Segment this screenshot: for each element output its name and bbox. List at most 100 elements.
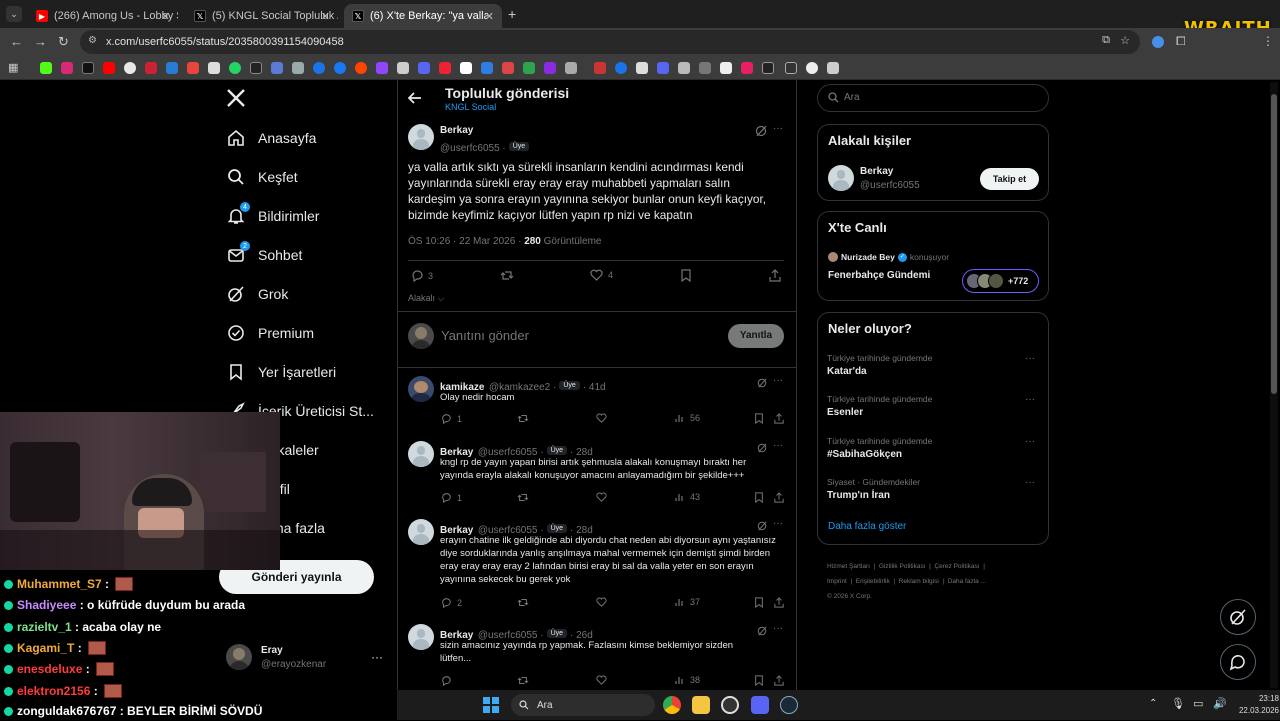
- avatar[interactable]: [408, 624, 434, 650]
- bookmark-icon[interactable]: [827, 62, 839, 74]
- bookmark-icon[interactable]: [754, 413, 764, 424]
- bookmark-icon[interactable]: [82, 62, 94, 74]
- bookmark-icon[interactable]: [754, 492, 764, 503]
- bookmark-icon[interactable]: [208, 62, 220, 74]
- apps-grid-icon[interactable]: ▦: [8, 61, 18, 74]
- related-dropdown[interactable]: Alakalı ⌵: [408, 293, 444, 304]
- bookmark-icon[interactable]: [754, 597, 764, 608]
- post-author-handle[interactable]: @userfc6055: [440, 143, 500, 154]
- avatar[interactable]: [408, 376, 434, 402]
- close-tab-icon[interactable]: ✕: [161, 10, 170, 23]
- bookmark-icon[interactable]: [481, 62, 493, 74]
- bookmark-icon[interactable]: [61, 62, 73, 74]
- scrollbar-thumb[interactable]: [1271, 94, 1277, 394]
- live-listeners[interactable]: +772: [962, 269, 1039, 293]
- account-switcher[interactable]: Eray @erayozkenar ···: [226, 640, 386, 676]
- share-icon[interactable]: [769, 269, 781, 282]
- windows-start-icon[interactable]: [483, 697, 499, 713]
- bookmark-icon[interactable]: [103, 62, 115, 74]
- heart-icon[interactable]: [596, 492, 607, 502]
- reply-action[interactable]: [441, 675, 452, 686]
- more-horizontal-icon[interactable]: ···: [773, 518, 783, 529]
- bookmark-icon[interactable]: [271, 62, 283, 74]
- share-icon[interactable]: [774, 675, 784, 686]
- more-horizontal-icon[interactable]: ···: [1025, 394, 1035, 405]
- forward-arrow-icon[interactable]: →: [34, 34, 47, 49]
- share-icon[interactable]: [774, 492, 784, 503]
- bookmark-icon[interactable]: [187, 62, 199, 74]
- views-action[interactable]: 38: [675, 675, 700, 685]
- bookmark-icon[interactable]: [418, 62, 430, 74]
- taskbar-search[interactable]: Ara: [511, 694, 655, 716]
- reply-input[interactable]: Yanıtını gönder: [441, 328, 711, 343]
- more-horizontal-icon[interactable]: ···: [773, 375, 783, 386]
- new-tab-button[interactable]: +: [508, 6, 516, 22]
- bookmark-icon[interactable]: [439, 62, 451, 74]
- reply-action[interactable]: 1: [441, 413, 462, 424]
- scrollbar[interactable]: [1270, 82, 1278, 688]
- bookmark-icon[interactable]: [397, 62, 409, 74]
- person-name[interactable]: Berkay: [860, 166, 893, 177]
- views-action[interactable]: 56: [675, 413, 700, 423]
- grok-icon[interactable]: [755, 125, 767, 137]
- x-logo-icon[interactable]: [226, 88, 246, 108]
- chevron-up-icon[interactable]: ⌃: [1149, 698, 1157, 709]
- close-tab-icon[interactable]: ✕: [321, 10, 330, 23]
- bookmark-icon[interactable]: [657, 62, 669, 74]
- bookmark-icon[interactable]: [806, 62, 818, 74]
- share-icon[interactable]: [774, 597, 784, 608]
- repost-icon[interactable]: [500, 269, 514, 282]
- repost-icon[interactable]: [517, 413, 529, 424]
- person-handle[interactable]: @userfc6055: [860, 180, 920, 191]
- site-info-icon[interactable]: ⚙: [88, 35, 97, 46]
- bookmark-icon[interactable]: [334, 62, 346, 74]
- more-horizontal-icon[interactable]: ···: [1025, 436, 1035, 447]
- sidebar-item-explore[interactable]: Keşfet: [226, 162, 298, 192]
- heart-icon[interactable]: [596, 675, 607, 685]
- views-action[interactable]: 37: [675, 597, 700, 607]
- grok-icon[interactable]: [757, 378, 767, 388]
- clock[interactable]: 23:18 22.03.2026: [1235, 693, 1279, 717]
- bookmark-icon[interactable]: [565, 62, 577, 74]
- like-action[interactable]: 4: [590, 269, 613, 281]
- bookmark-icon[interactable]: [124, 62, 136, 74]
- bookmark-icon[interactable]: [754, 675, 764, 686]
- avatar[interactable]: [828, 165, 854, 191]
- bookmark-icon[interactable]: [699, 62, 711, 74]
- sidebar-item-home[interactable]: Anasayfa: [226, 123, 316, 153]
- tab-youtube[interactable]: ▶ (266) Among Us - Lobby Sp ✕: [28, 4, 178, 28]
- discord-icon[interactable]: [751, 696, 769, 714]
- more-horizontal-icon[interactable]: ···: [773, 440, 783, 451]
- heart-icon[interactable]: [596, 413, 607, 423]
- reply-action[interactable]: 3: [411, 269, 433, 282]
- bookmark-icon[interactable]: [460, 62, 472, 74]
- extension-icon[interactable]: [1152, 36, 1164, 48]
- live-topic[interactable]: Fenerbahçe Gündemi: [828, 270, 930, 281]
- heart-icon[interactable]: [596, 597, 607, 607]
- avatar[interactable]: [408, 519, 434, 545]
- bookmark-icon[interactable]: [166, 62, 178, 74]
- sidebar-item-premium[interactable]: Premium: [226, 318, 314, 348]
- sidebar-item-notifications[interactable]: 4 Bildirimler: [226, 201, 319, 231]
- repost-icon[interactable]: [517, 492, 529, 503]
- bookmark-icon[interactable]: [145, 62, 157, 74]
- community-link[interactable]: KNGL Social: [445, 102, 496, 112]
- bookmark-icon[interactable]: [229, 62, 241, 74]
- bookmark-icon[interactable]: [292, 62, 304, 74]
- views-action[interactable]: 43: [675, 492, 700, 502]
- back-arrow-icon[interactable]: [408, 92, 422, 104]
- sidebar-item-chat[interactable]: 2 Sohbet: [226, 240, 302, 270]
- more-horizontal-icon[interactable]: ···: [1025, 477, 1035, 488]
- bookmark-icon[interactable]: [680, 269, 692, 282]
- repost-icon[interactable]: [517, 675, 529, 686]
- bookmark-icon[interactable]: [502, 62, 514, 74]
- follow-button[interactable]: Takip et: [980, 168, 1039, 190]
- bookmark-icon[interactable]: [762, 62, 774, 74]
- more-horizontal-icon[interactable]: ···: [773, 623, 783, 634]
- bookmark-icon[interactable]: [40, 62, 52, 74]
- reload-icon[interactable]: ↻: [58, 34, 69, 50]
- bookmark-icon[interactable]: [785, 62, 797, 74]
- bookmark-icon[interactable]: [313, 62, 325, 74]
- reply-action[interactable]: 1: [441, 492, 462, 503]
- microphone-icon[interactable]: 🎙: [1171, 697, 1185, 710]
